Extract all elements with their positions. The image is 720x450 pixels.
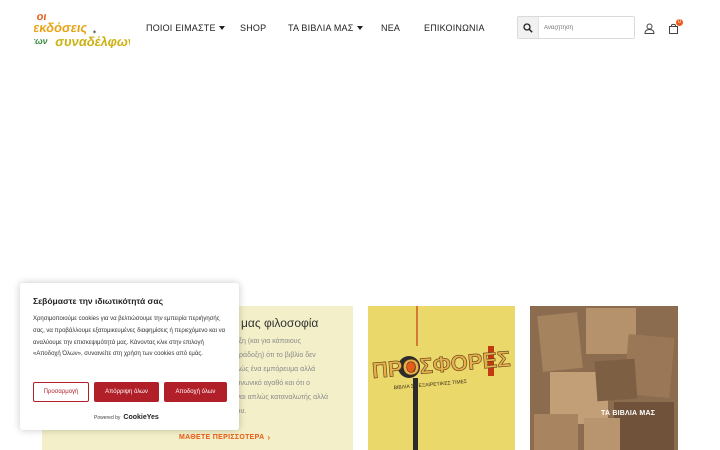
cookie-description: Χρησιμοποιούμε cookies για να βελτιώσουμ… — [33, 316, 226, 358]
search-input[interactable] — [539, 17, 634, 38]
nav-item-label: ΤΑ ΒΙΒΛΙΑ ΜΑΣ — [288, 23, 354, 33]
svg-text:των: των — [34, 36, 48, 46]
learn-more-link[interactable]: ΜΑΘΕΤΕ ΠΕΡΙΣΣΟΤΕΡΑ › — [179, 433, 270, 442]
chevron-right-icon: › — [267, 433, 271, 442]
svg-text:συναδέλφων: συναδέλφων — [54, 34, 130, 48]
philosophy-line: ιλώς ένα εμπόρευμα αλλά — [235, 366, 316, 373]
nav-item-label: ΝΕΑ — [381, 23, 401, 33]
nav-item-label: SHOP — [240, 23, 267, 33]
nav-item-label: ΕΠΙΚΟΙΝΩΝΙΑ — [424, 23, 485, 33]
cookie-customize-button[interactable]: Προσαρμογή — [33, 382, 89, 402]
learn-more-label: ΜΑΘΕΤΕ ΠΕΡΙΣΣΟΤΕΡΑ — [179, 434, 265, 441]
books-label: ΤΑ ΒΙΒΛΙΑ ΜΑΣ — [601, 410, 656, 417]
search-button[interactable] — [518, 17, 539, 38]
account-button[interactable] — [644, 21, 655, 39]
cart-count-badge: 0 — [676, 19, 683, 26]
user-icon — [644, 23, 655, 34]
books-artwork — [530, 306, 678, 450]
nav-item-about[interactable]: ΠΟΙΟΙ ΕΙΜΑΣΤΕ — [146, 23, 225, 33]
caret-down-icon — [356, 26, 363, 30]
logo-icon: οι εκδόσεις ✶ των συναδέλφων — [34, 11, 130, 48]
search-form — [517, 16, 635, 39]
philosophy-line: ίναι απλώς καταναλωτής αλλά — [235, 394, 329, 401]
offers-artwork: ΠΡΟΣΦΟΡΕΣ ΒΙΒΛΙΑ ΣΕ ΕΞΑΙΡΕΤΙΚΕΣ ΤΙΜΕΣ — [371, 306, 512, 450]
svg-text:εκδόσεις: εκδόσεις — [34, 20, 89, 35]
caret-down-icon — [218, 26, 225, 30]
nav-item-label: ΠΟΙΟΙ ΕΙΜΑΣΤΕ — [146, 23, 216, 33]
philosophy-title: μας φιλοσοφία — [241, 316, 319, 330]
cookie-title: Σεβόμαστε την ιδιωτικότητά σας — [33, 296, 163, 306]
philosophy-line: οινωνικό αγαθό και ότι ο — [235, 380, 310, 387]
search-icon — [523, 22, 533, 33]
cookie-accept-all-button[interactable]: Αποδοχή όλων — [164, 382, 227, 402]
offers-subtitle: ΒΙΒΛΙΑ ΣΕ ΕΞΑΙΡΕΤΙΚΕΣ ΤΙΜΕΣ — [393, 379, 467, 391]
site-header: οι εκδόσεις ✶ των συναδέλφων ΠΟΙΟΙ ΕΙΜΑΣ… — [0, 0, 720, 56]
site-logo[interactable]: οι εκδόσεις ✶ των συναδέλφων — [34, 8, 130, 48]
nav-item-books[interactable]: ΤΑ ΒΙΒΛΙΑ ΜΑΣ — [288, 23, 363, 33]
cookie-consent-banner: Σεβόμαστε την ιδιωτικότητά σας Χρησιμοπο… — [20, 283, 239, 430]
cookieyes-logo[interactable]: CookieYes — [123, 414, 158, 421]
nav-item-shop[interactable]: SHOP — [240, 23, 266, 33]
cookie-powered-by: Powered by CookieYes — [94, 414, 159, 421]
books-card[interactable]: ΤΑ ΒΙΒΛΙΑ ΜΑΣ — [530, 306, 678, 450]
philosophy-line: όξη (και για κάποιους — [235, 338, 301, 345]
offers-title: ΠΡΟΣΦΟΡΕΣ — [371, 346, 511, 383]
nav-item-contact[interactable]: ΕΠΙΚΟΙΝΩΝΙΑ — [424, 23, 485, 33]
cookie-reject-all-button[interactable]: Απόρριψη όλων — [94, 382, 159, 402]
powered-by-label: Powered by — [94, 414, 121, 421]
offers-card[interactable]: ΠΡΟΣΦΟΡΕΣ ΒΙΒΛΙΑ ΣΕ ΕΞΑΙΡΕΤΙΚΕΣ ΤΙΜΕΣ — [368, 306, 515, 450]
nav-item-news[interactable]: ΝΕΑ — [381, 23, 400, 33]
philosophy-line: αράδοξη) ότι το βιβλίο δεν — [235, 352, 316, 359]
